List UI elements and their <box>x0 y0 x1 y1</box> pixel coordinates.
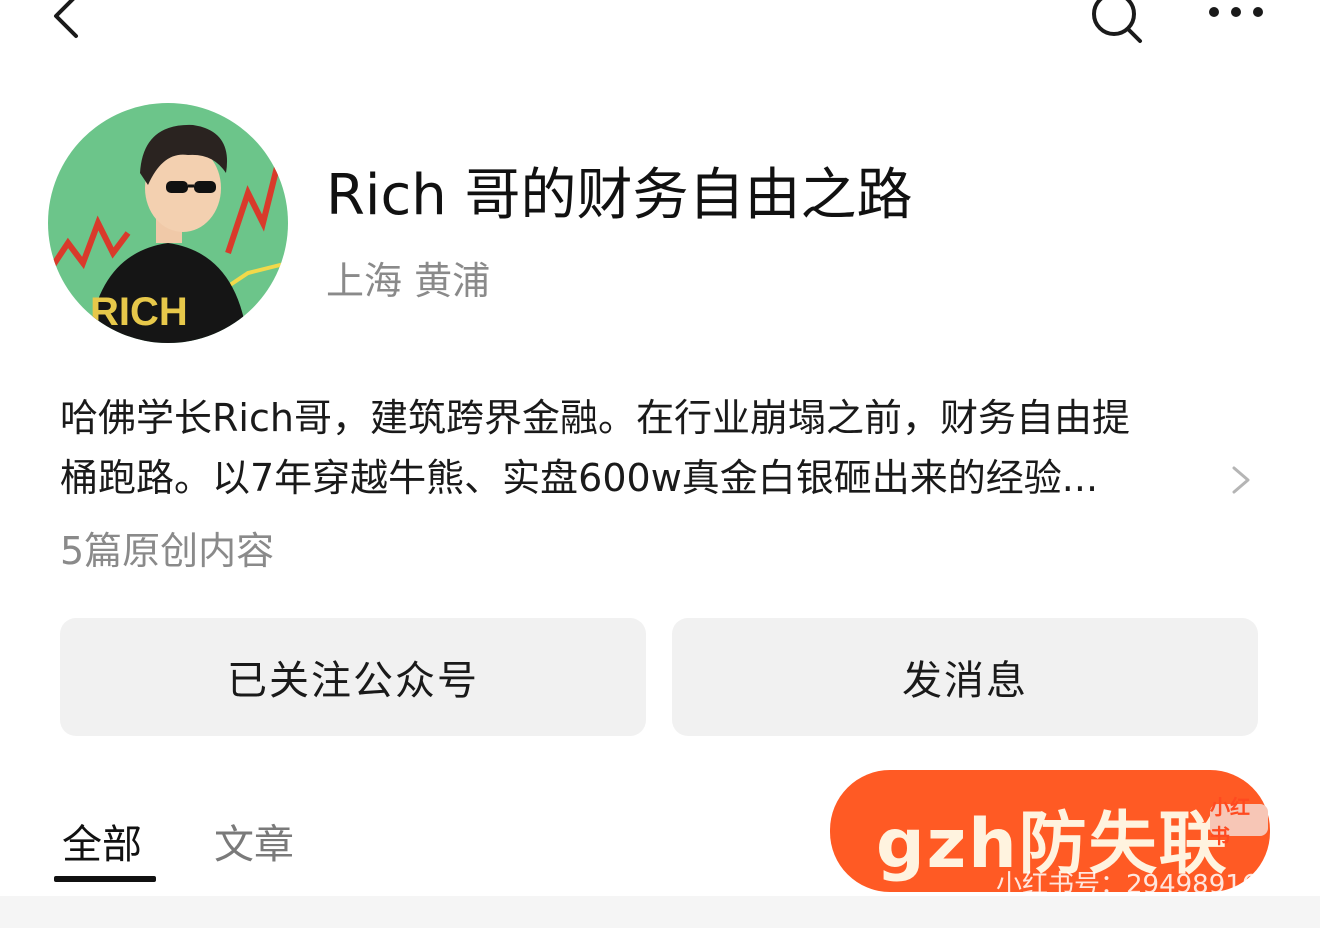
account-location: 上海 黄浦 <box>326 259 491 303</box>
send-message-button[interactable]: 发消息 <box>672 618 1258 736</box>
watermark-badge: 小红书 <box>1210 795 1268 848</box>
chevron-right-icon[interactable] <box>1226 462 1256 498</box>
active-tab-indicator <box>54 876 156 882</box>
watermark-sticker: gzh防失联 小红书 小红书号：294989163 <box>830 770 1280 900</box>
top-bar <box>0 0 1320 60</box>
avatar-text: RICH <box>90 290 188 334</box>
account-bio[interactable]: 哈佛学长Rich哥，建筑跨界金融。在行业崩塌之前，财务自由提 桶跑路。以7年穿越… <box>60 388 1240 508</box>
avatar-illustration: RICH <box>48 103 288 343</box>
original-content-count[interactable]: 5篇原创内容 <box>60 520 274 575</box>
more-dots-icon[interactable] <box>1202 0 1272 26</box>
followed-account-button[interactable]: 已关注公众号 <box>60 618 646 736</box>
bio-line-1: 哈佛学长Rich哥，建筑跨界金融。在行业崩塌之前，财务自由提 <box>60 396 1130 440</box>
search-icon[interactable] <box>1084 0 1148 50</box>
chevron-left-icon[interactable] <box>40 0 100 48</box>
avatar[interactable]: RICH <box>48 103 288 343</box>
account-name: Rich 哥的财务自由之路 <box>326 163 913 228</box>
tab-all[interactable]: 全部 <box>62 812 142 870</box>
bio-line-2: 桶跑路。以7年穿越牛熊、实盘600w真金白银砸出来的经验... <box>60 456 1099 500</box>
tab-articles[interactable]: 文章 <box>214 812 294 870</box>
watermark-id: 小红书号：294989163 <box>996 870 1275 900</box>
